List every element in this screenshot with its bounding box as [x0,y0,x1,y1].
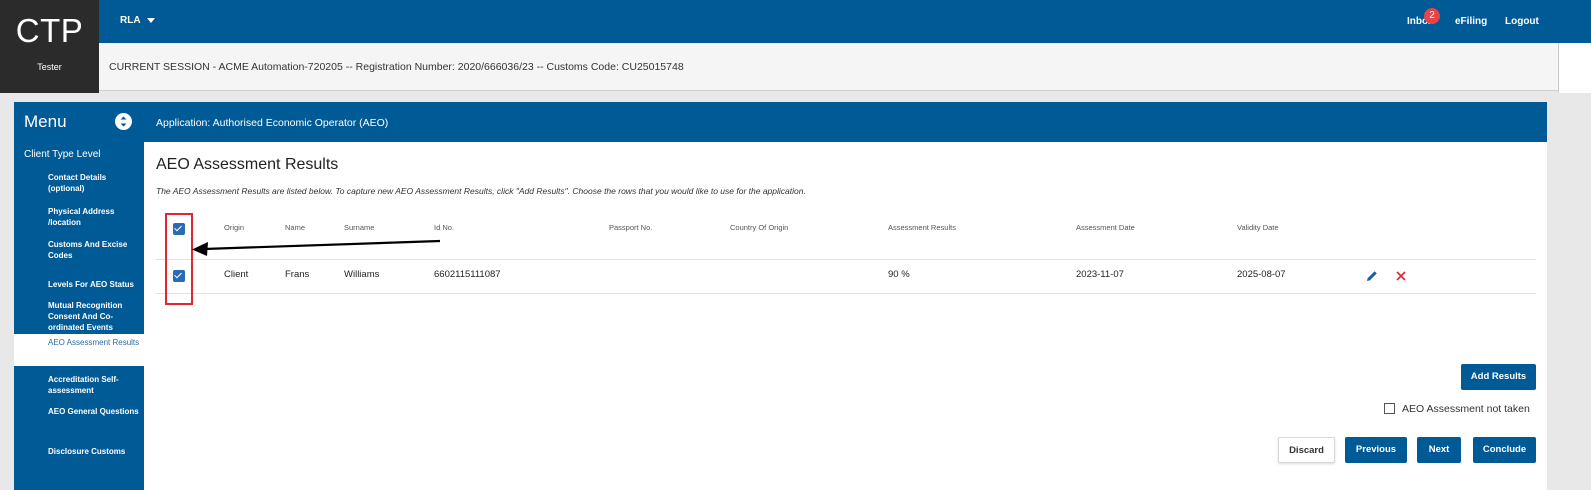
delete-x-icon[interactable] [1394,269,1408,283]
menu-title: Menu [24,112,67,131]
conclude-button[interactable]: Conclude [1473,437,1536,463]
rla-label: RLA [120,15,141,26]
menu-header: Menu [14,102,144,142]
cell-validity-date: 2025-08-07 [1237,269,1286,280]
add-results-button[interactable]: Add Results [1461,364,1536,390]
cell-origin: Client [224,269,249,280]
annotation-arrow-icon [192,239,441,256]
cell-assessment-date: 2023-11-07 [1076,269,1124,280]
page-description: The AEO Assessment Results are listed be… [156,186,806,196]
top-navbar: RLA Inbox 2 eFiling Logout [0,0,1591,43]
assessment-not-taken-checkbox[interactable] [1384,403,1395,414]
sidebar-item-mutual-recognition[interactable]: Mutual Recognition Consent And Co-ordina… [14,300,144,333]
table-divider [156,293,1536,294]
column-header-id-no: Id No. [434,223,455,232]
inbox-count-badge: 2 [1424,8,1440,24]
app-logo: CTP Tester [0,0,99,93]
sidebar-item-customs-excise-codes[interactable]: Customs And Excise Codes [14,239,144,261]
column-header-name: Name [285,223,306,232]
session-bar: CURRENT SESSION - ACME Automation-720205… [99,43,1558,91]
user-role: Tester [37,62,62,72]
cell-name: Frans [285,269,310,280]
discard-button[interactable]: Discard [1278,437,1335,463]
column-header-country-of-origin: Country Of Origin [730,223,789,232]
menu-toggle-icon[interactable] [115,113,132,130]
column-header-validity-date: Validity Date [1237,223,1279,232]
next-button[interactable]: Next [1417,437,1461,463]
edit-pencil-icon[interactable] [1365,269,1379,283]
sidebar-item-disclosure-customs[interactable]: Disclosure Customs [14,446,144,457]
column-header-origin: Origin [224,223,245,232]
main-content: AEO Assessment Results The AEO Assessmen… [144,142,1547,490]
sidebar-item-accreditation-self-assessment[interactable]: Accreditation Self-assessment [14,374,144,396]
cell-surname: Williams [344,269,380,280]
sidebar-section-title: Client Type Level [24,149,101,160]
column-header-passport-no: Passport No. [609,223,653,232]
sidebar-item-levels-aeo-status[interactable]: Levels For AEO Status [14,279,144,290]
rla-dropdown[interactable]: RLA [120,15,155,26]
sidebar-item-contact-details[interactable]: Contact Details (optional) [14,172,144,194]
right-edge-panel [1558,43,1591,93]
column-header-assessment-date: Assessment Date [1076,223,1135,232]
caret-down-icon [146,17,155,23]
previous-button[interactable]: Previous [1345,437,1407,463]
cell-id-no: 6602115111087 [434,269,501,280]
application-title: Application: Authorised Economic Operato… [156,117,389,129]
session-info: CURRENT SESSION - ACME Automation-720205… [109,61,684,73]
logo-text: CTP [15,12,84,49]
sidebar: Client Type Level Contact Details (optio… [14,142,144,490]
sidebar-item-aeo-general-questions[interactable]: AEO General Questions [14,406,144,417]
assessment-not-taken-label: AEO Assessment not taken [1402,403,1530,415]
sidebar-item-aeo-assessment-results[interactable]: AEO Assessment Results [14,334,144,366]
efiling-link[interactable]: eFiling [1455,16,1487,27]
column-header-surname: Surname [344,223,375,232]
content-header: Application: Authorised Economic Operato… [144,102,1547,142]
cell-assessment-result: 90 % [888,269,910,280]
page-title: AEO Assessment Results [156,156,339,173]
sidebar-item-physical-address[interactable]: Physical Address /location [14,206,144,228]
logout-link[interactable]: Logout [1505,16,1539,27]
column-header-assessment-results: Assessment Results [888,223,956,232]
